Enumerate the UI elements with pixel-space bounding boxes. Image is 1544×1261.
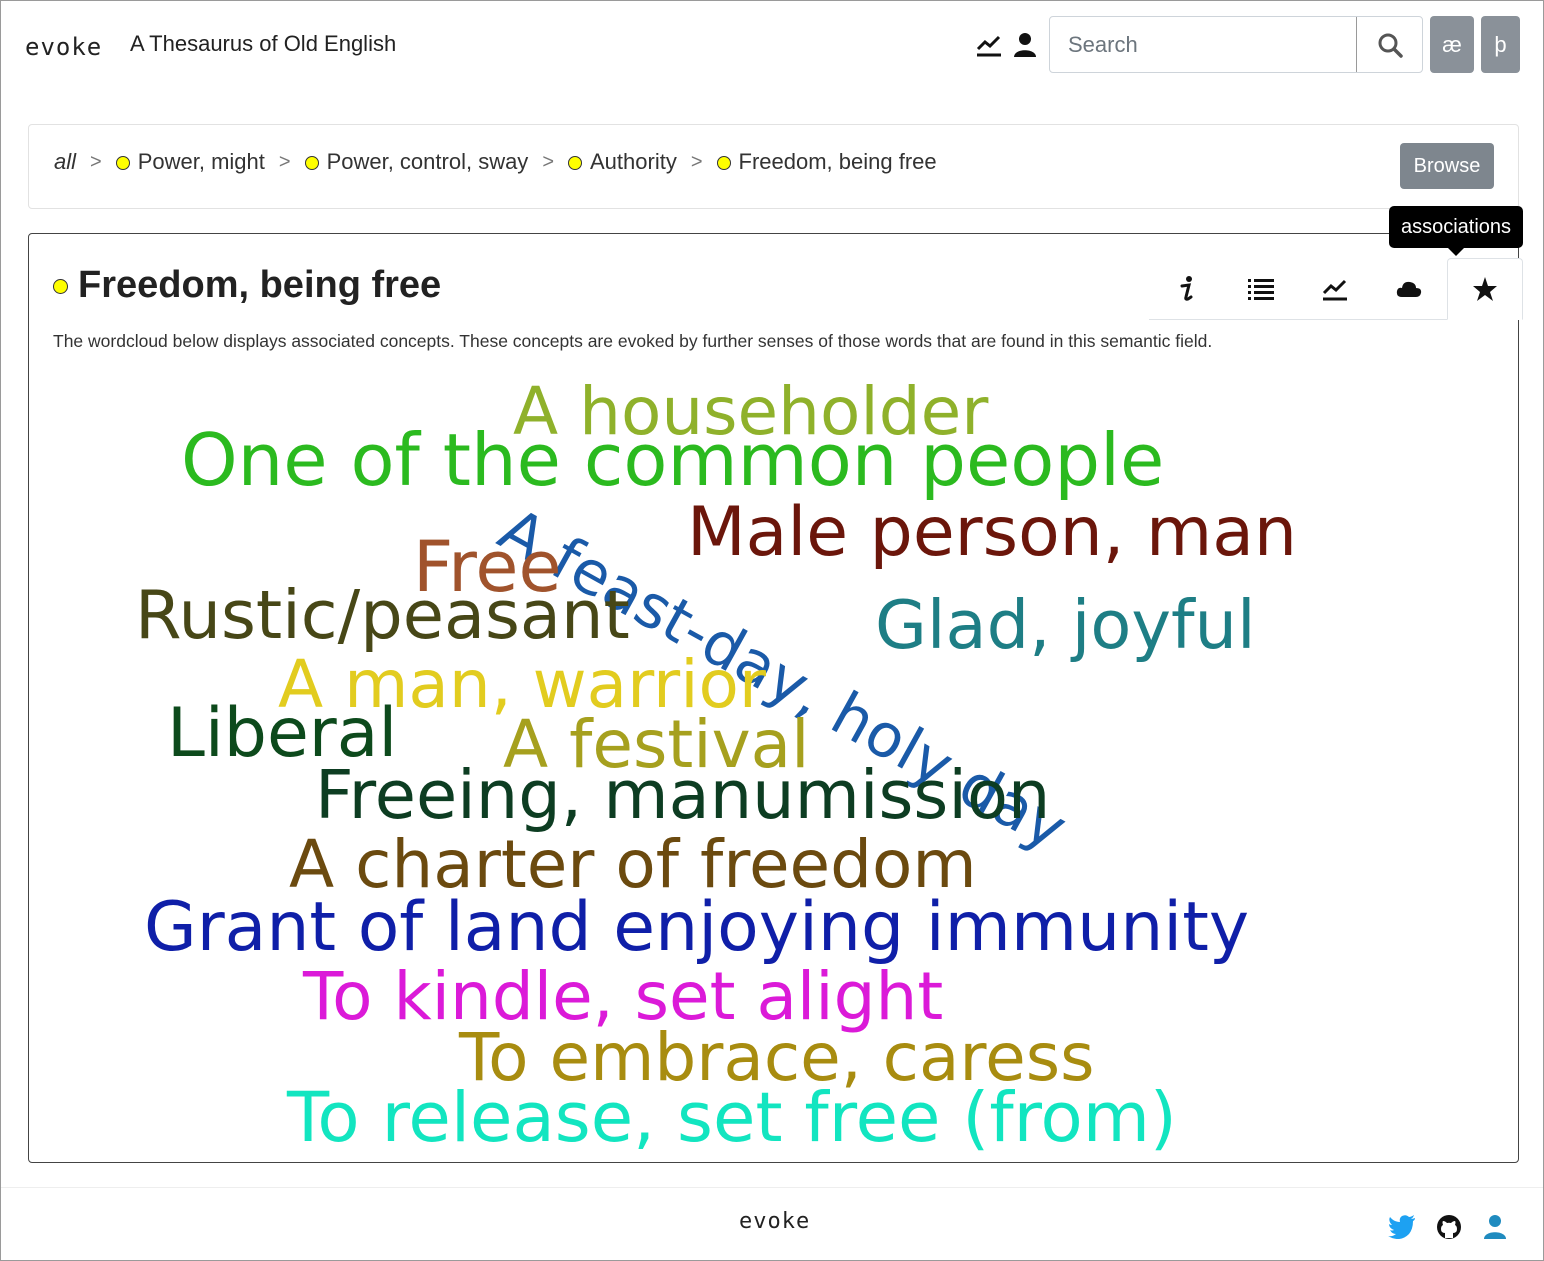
logo[interactable]: evoke <box>25 33 102 61</box>
footer-logo-text: evoke <box>739 1209 811 1234</box>
category-dot-icon <box>568 156 582 170</box>
footer-divider <box>1 1187 1543 1188</box>
wordcloud-word[interactable]: Grant of land enjoying immunity <box>144 894 1249 962</box>
cloud-icon <box>1396 281 1422 297</box>
info-icon <box>1180 276 1193 301</box>
breadcrumb-separator: > <box>90 150 102 173</box>
wordcloud-word[interactable]: Rustic/peasant <box>135 582 630 649</box>
star-icon <box>1473 277 1497 301</box>
breadcrumb-item-authority[interactable]: Authority <box>590 149 677 175</box>
wordcloud: A householder One of the common people A f… <box>29 234 1518 1162</box>
breadcrumb: all > Power, might > Power, control, swa… <box>54 149 937 175</box>
semantic-field-card: A householder One of the common people A f… <box>28 206 1523 1163</box>
tab-cloud[interactable] <box>1371 258 1447 320</box>
tab-info[interactable] <box>1149 258 1225 320</box>
category-dot-icon <box>716 156 731 170</box>
insert-ae-button[interactable]: æ <box>1430 16 1474 73</box>
browse-button[interactable]: Browse <box>1400 143 1494 189</box>
user-icon[interactable] <box>1481 1213 1509 1241</box>
wordcloud-word[interactable]: Male person, man <box>687 499 1297 567</box>
card-title: Freedom, being free <box>53 264 441 307</box>
tab-associations[interactable] <box>1447 258 1523 320</box>
logo-text: evoke <box>25 33 103 61</box>
associations-tooltip: associations <box>1389 206 1523 256</box>
search-input[interactable] <box>1050 17 1356 72</box>
user-icon[interactable] <box>1011 31 1039 59</box>
insert-thorn-button[interactable]: þ <box>1481 16 1520 73</box>
navbar: evoke A Thesaurus of Old English æ þ <box>1 1 1543 91</box>
chart-icon <box>1322 279 1347 301</box>
category-dot-icon <box>53 279 68 294</box>
site-title[interactable]: A Thesaurus of Old English <box>130 31 396 57</box>
view-tabs <box>1149 258 1523 320</box>
breadcrumb-item-freedom[interactable]: Freedom, being free <box>739 149 937 175</box>
breadcrumb-separator: > <box>278 150 291 173</box>
breadcrumb-item-power-might[interactable]: Power, might <box>138 149 265 175</box>
category-dot-icon <box>304 156 319 170</box>
breadcrumb-item-power-control[interactable]: Power, control, sway <box>327 149 529 175</box>
wordcloud-word[interactable]: To release, set free (from) <box>287 1084 1177 1153</box>
card-description: The wordcloud below displays associated … <box>53 331 1213 351</box>
wordcloud-word[interactable]: One of the common people <box>181 424 1164 496</box>
category-dot-icon <box>115 156 130 170</box>
wordcloud-word[interactable]: Glad, joyful <box>875 592 1256 659</box>
github-icon[interactable] <box>1435 1213 1463 1241</box>
wordcloud-word[interactable]: Freeing, manumission <box>315 762 1050 829</box>
breadcrumb-panel: all > Power, might > Power, control, swa… <box>28 124 1519 209</box>
breadcrumb-separator: > <box>542 150 554 173</box>
search-button[interactable] <box>1356 17 1422 72</box>
footer-logo[interactable]: evoke <box>739 1209 810 1234</box>
breadcrumb-separator: > <box>690 150 703 173</box>
chart-icon[interactable] <box>975 31 1003 59</box>
search-box <box>1049 16 1423 73</box>
list-icon <box>1248 279 1274 300</box>
search-icon <box>1378 33 1403 58</box>
breadcrumb-all[interactable]: all <box>54 149 76 175</box>
tab-list[interactable] <box>1223 258 1299 320</box>
twitter-icon[interactable] <box>1388 1213 1416 1241</box>
card-title-text: Freedom, being free <box>78 264 442 306</box>
tab-chart[interactable] <box>1297 258 1373 320</box>
